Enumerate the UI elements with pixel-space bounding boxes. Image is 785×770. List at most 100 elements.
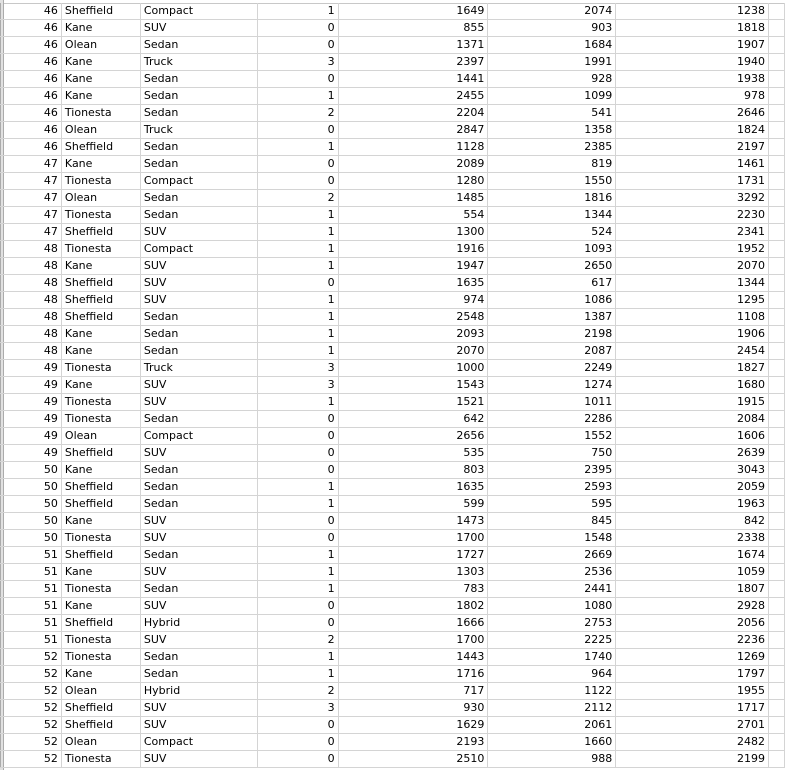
- value-b-cell[interactable]: 1122: [487, 682, 617, 700]
- value-b-cell[interactable]: 1548: [487, 529, 617, 547]
- value-a-cell[interactable]: 1303: [338, 563, 489, 581]
- count-cell[interactable]: 1: [257, 342, 339, 360]
- week-cell[interactable]: 51: [0, 597, 62, 615]
- value-c-cell[interactable]: 1906: [615, 325, 769, 343]
- location-cell[interactable]: Tionesta: [61, 393, 141, 411]
- value-c-cell[interactable]: 1915: [615, 393, 769, 411]
- value-c-cell[interactable]: 1238: [615, 3, 769, 20]
- location-cell[interactable]: Kane: [61, 19, 141, 37]
- vehicle-type-cell[interactable]: Compact: [140, 240, 258, 258]
- value-a-cell[interactable]: 1649: [338, 3, 489, 20]
- location-cell[interactable]: Tionesta: [61, 206, 141, 224]
- value-b-cell[interactable]: 1684: [487, 36, 617, 54]
- value-b-cell[interactable]: 1552: [487, 427, 617, 445]
- vehicle-type-cell[interactable]: Hybrid: [140, 682, 258, 700]
- value-a-cell[interactable]: 599: [338, 495, 489, 513]
- empty-cell[interactable]: [768, 359, 785, 377]
- count-cell[interactable]: 0: [257, 512, 339, 530]
- value-b-cell[interactable]: 2074: [487, 3, 617, 20]
- week-cell[interactable]: 50: [0, 478, 62, 496]
- count-cell[interactable]: 0: [257, 172, 339, 190]
- count-cell[interactable]: 0: [257, 274, 339, 292]
- value-a-cell[interactable]: 2548: [338, 308, 489, 326]
- value-b-cell[interactable]: 845: [487, 512, 617, 530]
- week-cell[interactable]: 48: [0, 240, 62, 258]
- value-b-cell[interactable]: 541: [487, 104, 617, 122]
- empty-cell[interactable]: [768, 223, 785, 241]
- value-a-cell[interactable]: 855: [338, 19, 489, 37]
- empty-cell[interactable]: [768, 478, 785, 496]
- location-cell[interactable]: Kane: [61, 563, 141, 581]
- value-a-cell[interactable]: 535: [338, 444, 489, 462]
- location-cell[interactable]: Sheffield: [61, 614, 141, 632]
- count-cell[interactable]: 1: [257, 563, 339, 581]
- count-cell[interactable]: 1: [257, 308, 339, 326]
- vehicle-type-cell[interactable]: SUV: [140, 274, 258, 292]
- value-b-cell[interactable]: 1011: [487, 393, 617, 411]
- location-cell[interactable]: Kane: [61, 597, 141, 615]
- count-cell[interactable]: 1: [257, 648, 339, 666]
- count-cell[interactable]: 1: [257, 546, 339, 564]
- week-cell[interactable]: 46: [0, 104, 62, 122]
- value-b-cell[interactable]: 2650: [487, 257, 617, 275]
- count-cell[interactable]: 2: [257, 104, 339, 122]
- count-cell[interactable]: 3: [257, 376, 339, 394]
- vehicle-type-cell[interactable]: Truck: [140, 359, 258, 377]
- value-a-cell[interactable]: 1371: [338, 36, 489, 54]
- week-cell[interactable]: 49: [0, 393, 62, 411]
- vehicle-type-cell[interactable]: SUV: [140, 393, 258, 411]
- value-a-cell[interactable]: 642: [338, 410, 489, 428]
- value-a-cell[interactable]: 1300: [338, 223, 489, 241]
- empty-cell[interactable]: [768, 495, 785, 513]
- value-b-cell[interactable]: 2198: [487, 325, 617, 343]
- value-c-cell[interactable]: 2199: [615, 750, 769, 768]
- location-cell[interactable]: Olean: [61, 36, 141, 54]
- empty-cell[interactable]: [768, 70, 785, 88]
- empty-cell[interactable]: [768, 563, 785, 581]
- vehicle-type-cell[interactable]: SUV: [140, 257, 258, 275]
- count-cell[interactable]: 0: [257, 750, 339, 768]
- week-cell[interactable]: 51: [0, 563, 62, 581]
- value-b-cell[interactable]: 2441: [487, 580, 617, 598]
- week-cell[interactable]: 49: [0, 410, 62, 428]
- empty-cell[interactable]: [768, 155, 785, 173]
- value-c-cell[interactable]: 2084: [615, 410, 769, 428]
- location-cell[interactable]: Sheffield: [61, 444, 141, 462]
- value-b-cell[interactable]: 964: [487, 665, 617, 683]
- location-cell[interactable]: Tionesta: [61, 359, 141, 377]
- value-c-cell[interactable]: 1461: [615, 155, 769, 173]
- value-c-cell[interactable]: 1938: [615, 70, 769, 88]
- value-c-cell[interactable]: 2928: [615, 597, 769, 615]
- value-a-cell[interactable]: 1128: [338, 138, 489, 156]
- week-cell[interactable]: 52: [0, 699, 62, 717]
- week-cell[interactable]: 46: [0, 36, 62, 54]
- location-cell[interactable]: Olean: [61, 427, 141, 445]
- empty-cell[interactable]: [768, 750, 785, 768]
- count-cell[interactable]: 0: [257, 19, 339, 37]
- count-cell[interactable]: 0: [257, 529, 339, 547]
- week-cell[interactable]: 48: [0, 274, 62, 292]
- vehicle-type-cell[interactable]: SUV: [140, 444, 258, 462]
- vehicle-type-cell[interactable]: Sedan: [140, 342, 258, 360]
- value-c-cell[interactable]: 1717: [615, 699, 769, 717]
- value-a-cell[interactable]: 2847: [338, 121, 489, 139]
- vehicle-type-cell[interactable]: Sedan: [140, 70, 258, 88]
- value-b-cell[interactable]: 1550: [487, 172, 617, 190]
- value-a-cell[interactable]: 2089: [338, 155, 489, 173]
- week-cell[interactable]: 49: [0, 427, 62, 445]
- vehicle-type-cell[interactable]: SUV: [140, 529, 258, 547]
- location-cell[interactable]: Sheffield: [61, 291, 141, 309]
- value-a-cell[interactable]: 2204: [338, 104, 489, 122]
- vehicle-type-cell[interactable]: Hybrid: [140, 614, 258, 632]
- empty-cell[interactable]: [768, 410, 785, 428]
- empty-cell[interactable]: [768, 342, 785, 360]
- vehicle-type-cell[interactable]: SUV: [140, 563, 258, 581]
- count-cell[interactable]: 1: [257, 257, 339, 275]
- value-b-cell[interactable]: 1086: [487, 291, 617, 309]
- value-a-cell[interactable]: 2455: [338, 87, 489, 105]
- value-a-cell[interactable]: 1629: [338, 716, 489, 734]
- value-b-cell[interactable]: 595: [487, 495, 617, 513]
- value-a-cell[interactable]: 2397: [338, 53, 489, 71]
- value-b-cell[interactable]: 2395: [487, 461, 617, 479]
- week-cell[interactable]: 50: [0, 512, 62, 530]
